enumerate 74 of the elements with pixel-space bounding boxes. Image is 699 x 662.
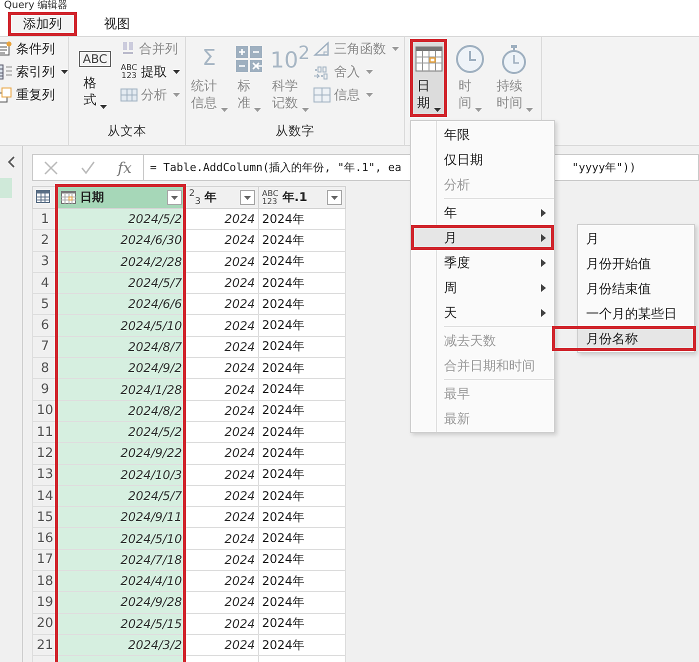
table-cell: 2024年 [258, 251, 346, 272]
table-cell: 2024/5/15 [58, 613, 186, 634]
table-cell: 2024 [186, 464, 258, 486]
table-cell: 2024年 [258, 272, 346, 294]
sigma-icon: Σ [202, 44, 216, 74]
table-cell: 2024/2/28 [58, 251, 186, 272]
table-cell: 2024年 [258, 464, 346, 486]
table-cell: 2024年 [258, 485, 346, 507]
table-cell: 2024年 [258, 592, 346, 614]
column-name: 日期 [80, 189, 104, 206]
table-cell: 2024/3/2 [58, 634, 186, 656]
text-type-icon: ABC 123 [120, 64, 138, 80]
table-cell: 2024/6/30 [58, 230, 186, 252]
exponent-icon: 10$^{2}$ [270, 44, 310, 74]
table-cell: 2024 [186, 634, 258, 656]
table-cell: 2024年 [258, 208, 346, 230]
column-name: 年 [204, 189, 217, 206]
table-cell: 2024 [186, 230, 258, 252]
text-format-icon: ABC [78, 51, 112, 67]
table-cell: 2024年 [258, 421, 346, 443]
table-cell: 2024年 [258, 314, 346, 336]
table-cell: 2024 [186, 336, 258, 358]
table-cell: 2024/5/2 [58, 421, 186, 443]
table-cell: 2024 [186, 314, 258, 336]
table-cell: 2024/5/2 [58, 208, 186, 230]
table-cell: 2024年 [258, 528, 346, 550]
table-cell: 2024 [186, 272, 258, 294]
table-cell: 2024 [186, 251, 258, 272]
table-cell: 2024 [186, 400, 258, 422]
table-cell: 2024/5/10 [58, 314, 186, 336]
table-cell: 2024年 [258, 378, 346, 400]
group-label: 从文本 [106, 123, 148, 140]
table-cell: 2024 [186, 613, 258, 634]
table-cell: 2024/10/3 [58, 464, 186, 486]
table-cell: 2024/4/10 [58, 570, 186, 592]
table-cell: 2024/6/6 [58, 294, 186, 315]
table-cell: 2024 [186, 592, 258, 614]
table-cell: 2024/1/28 [58, 378, 186, 400]
table-cell: 2024/5/7 [58, 485, 186, 507]
table-cell: 2024/5/7 [58, 272, 186, 294]
table-cell: 2024年 [258, 549, 346, 571]
table-cell: 2024/9/28 [58, 592, 186, 614]
column-name: 年.1 [282, 189, 308, 206]
table-cell: 2024 [186, 485, 258, 507]
table-cell: 2024年 [258, 294, 346, 315]
table-cell: 2024/5/10 [58, 528, 186, 550]
table-cell: 2024年 [258, 570, 346, 592]
table-cell: 2024年 [258, 400, 346, 422]
table-cell: 2024/9/2 [58, 358, 186, 379]
table-cell: 2024/9/11 [58, 506, 186, 528]
table-cell: 2024年 [258, 230, 346, 252]
table-cell: 2024 [186, 442, 258, 464]
table-cell: 2024年 [258, 634, 346, 656]
table-cell: 2024 [186, 208, 258, 230]
window-title: Query 编辑器 [0, 0, 699, 12]
table-cell: 2024 [186, 378, 258, 400]
table-cell: 2024年 [258, 613, 346, 634]
table-cell: 2024年 [258, 336, 346, 358]
table-cell: 2024 [186, 506, 258, 528]
group-label: 从数字 [274, 123, 316, 140]
table-cell: 2024/8/7 [58, 336, 186, 358]
table-cell: 2024年 [258, 442, 346, 464]
table-cell: 2024年 [258, 358, 346, 379]
table-cell: 2024 [186, 294, 258, 315]
table-cell: 2024/8/2 [58, 400, 186, 422]
table-cell: 2024 [186, 421, 258, 443]
table-cell: 2024/9/22 [58, 442, 186, 464]
table-cell: 2024 [186, 570, 258, 592]
table-cell: 2024/7/18 [58, 549, 186, 571]
table-cell: 2024 [186, 358, 258, 379]
type-icon: ABC 123 [262, 190, 278, 206]
table-cell: 2024年 [258, 506, 346, 528]
table-cell: 2024 [186, 549, 258, 571]
table-cell: 2024 [186, 528, 258, 550]
